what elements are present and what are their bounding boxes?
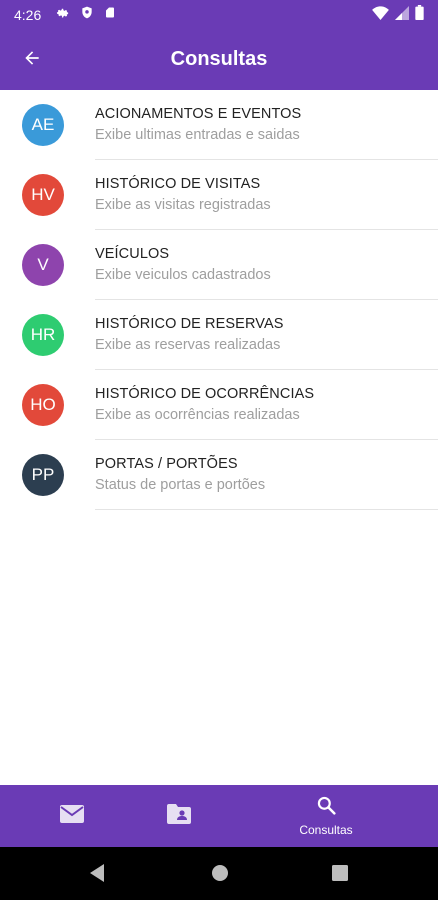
avatar: V: [22, 244, 64, 286]
gear-icon: [55, 5, 70, 25]
system-navigation-bar: [0, 847, 438, 900]
divider: [95, 509, 438, 510]
nav-item-mail[interactable]: [32, 785, 112, 847]
recents-square-icon[interactable]: [331, 863, 349, 888]
shield-icon: [80, 5, 94, 25]
list-item-historico-ocorrencias[interactable]: HO HISTÓRICO DE OCORRÊNCIAS Exibe as oco…: [0, 370, 438, 440]
list-item-acionamentos[interactable]: AE ACIONAMENTOS E EVENTOS Exibe ultimas …: [0, 90, 438, 160]
item-text: VEÍCULOS Exibe veiculos cadastrados: [95, 246, 271, 283]
status-left-icons: [55, 5, 116, 25]
item-title: HISTÓRICO DE RESERVAS: [95, 316, 284, 332]
item-subtitle: Exibe ultimas entradas e saidas: [95, 127, 300, 143]
item-subtitle: Exibe as ocorrências realizadas: [95, 407, 300, 423]
status-time: 4:26: [14, 7, 42, 23]
back-triangle-icon[interactable]: [88, 863, 106, 888]
battery-icon: [415, 5, 424, 25]
item-text: HISTÓRICO DE OCORRÊNCIAS Exibe as ocorrê…: [95, 386, 314, 423]
search-icon: [316, 795, 336, 820]
item-text: HISTÓRICO DE VISITAS Exibe as visitas re…: [95, 176, 271, 213]
home-circle-icon[interactable]: [210, 863, 230, 888]
item-title: HISTÓRICO DE OCORRÊNCIAS: [95, 386, 315, 402]
wifi-icon: [372, 5, 389, 25]
list-item-veiculos[interactable]: V VEÍCULOS Exibe veiculos cadastrados: [0, 230, 438, 300]
item-subtitle: Exibe as reservas realizadas: [95, 337, 281, 353]
nav-label-consultas: Consultas: [299, 823, 353, 837]
sd-card-icon: [104, 5, 116, 25]
avatar: PP: [22, 454, 64, 496]
avatar: HO: [22, 384, 64, 426]
mail-icon: [60, 804, 84, 829]
item-title: PORTAS / PORTÕES: [95, 456, 238, 472]
signal-icon: [395, 5, 409, 25]
status-right-icons: [372, 5, 424, 25]
page-title: Consultas: [170, 48, 268, 70]
item-subtitle: Exibe veiculos cadastrados: [95, 267, 271, 283]
item-title: ACIONAMENTOS E EVENTOS: [95, 106, 302, 122]
list-item-historico-reservas[interactable]: HR HISTÓRICO DE RESERVAS Exibe as reserv…: [0, 300, 438, 370]
nav-item-consultas[interactable]: Consultas: [286, 785, 366, 847]
contact-folder-icon: [167, 803, 191, 829]
item-text: ACIONAMENTOS E EVENTOS Exibe ultimas ent…: [95, 106, 301, 143]
item-subtitle: Status de portas e portões: [95, 477, 266, 493]
status-bar: 4:26: [0, 0, 438, 30]
bottom-navigation: Consultas: [0, 785, 438, 847]
item-text: PORTAS / PORTÕES Status de portas e port…: [95, 456, 265, 493]
avatar: AE: [22, 104, 64, 146]
list-item-historico-visitas[interactable]: HV HISTÓRICO DE VISITAS Exibe as visitas…: [0, 160, 438, 230]
avatar: HV: [22, 174, 64, 216]
app-bar: Consultas: [0, 30, 438, 90]
item-title: HISTÓRICO DE VISITAS: [95, 176, 261, 192]
item-title: VEÍCULOS: [95, 246, 170, 262]
arrow-back-icon: [22, 48, 42, 73]
item-text: HISTÓRICO DE RESERVAS Exibe as reservas …: [95, 316, 284, 353]
consultas-list: AE ACIONAMENTOS E EVENTOS Exibe ultimas …: [0, 90, 438, 510]
list-item-portas-portoes[interactable]: PP PORTAS / PORTÕES Status de portas e p…: [0, 440, 438, 510]
nav-item-contacts[interactable]: [139, 785, 219, 847]
avatar: HR: [22, 314, 64, 356]
item-subtitle: Exibe as visitas registradas: [95, 197, 271, 213]
back-button[interactable]: [12, 40, 52, 80]
